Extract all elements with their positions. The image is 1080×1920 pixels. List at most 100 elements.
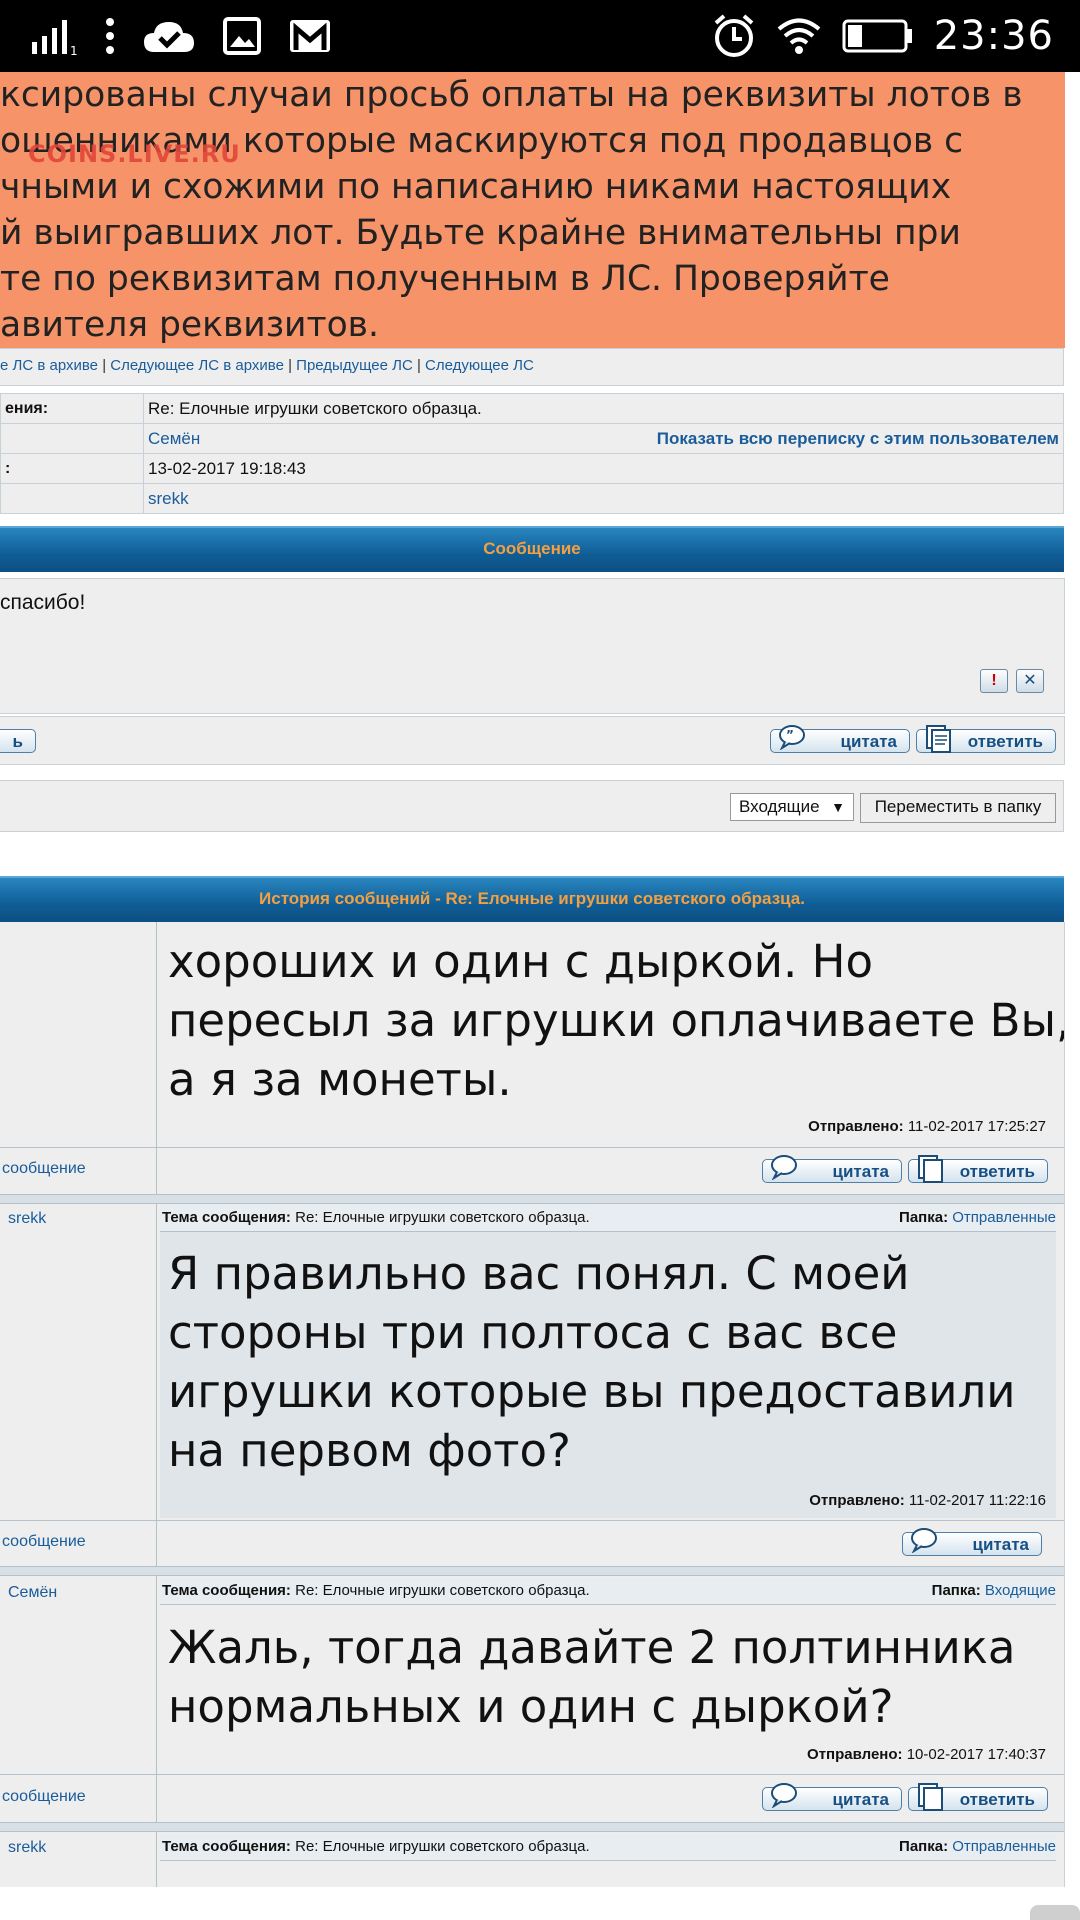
warning-line: те по реквизитам полученным в ЛС. Провер… xyxy=(0,259,890,299)
subject-label: Тема сообщения: xyxy=(162,1582,291,1599)
quote-icon xyxy=(771,1783,797,1808)
quote-icon xyxy=(911,1528,937,1553)
reply-icon xyxy=(918,1783,943,1811)
subject-label: Тема сообщения: xyxy=(162,1209,291,1226)
folder-controls: Входящие ▼ Переместить в папку xyxy=(0,780,1064,832)
message-text: спасибо! xyxy=(0,591,86,614)
history-sent-time: Отправлено: 11-02-2017 17:25:27 xyxy=(808,1118,1046,1135)
history-left-column xyxy=(0,922,157,1887)
scroll-handle[interactable] xyxy=(1030,1905,1080,1920)
history-message-text: Я правильно вас понял. С моей стороны тр… xyxy=(168,1247,1016,1477)
prev-pm-link[interactable]: Предыдущее ЛС xyxy=(296,357,413,374)
row-divider xyxy=(0,1520,1064,1521)
folder-select-value: Входящие xyxy=(739,797,820,816)
left-action-button[interactable]: ь xyxy=(0,729,36,753)
site-watermark: COINS.LIVE.RU xyxy=(28,140,241,168)
history-header: История сообщений - Re: Елочные игрушки … xyxy=(0,876,1064,922)
alarm-icon xyxy=(714,14,754,57)
pm-navigation: е ЛС в архиве | Следующее ЛС в архиве | … xyxy=(0,348,1064,386)
warning-text: ксированы случаи просьб оплаты на реквиз… xyxy=(0,72,1060,348)
history-user-link[interactable]: srekk xyxy=(8,1210,46,1228)
history-header-title: История сообщений - Re: Елочные игрушки … xyxy=(259,889,805,908)
folder-link[interactable]: Входящие xyxy=(985,1582,1056,1599)
history-sent-time: Отправлено: 10-02-2017 17:40:37 xyxy=(807,1746,1046,1763)
quote-label: цитата xyxy=(972,1535,1029,1554)
warning-line: й выигравших лот. Будьте крайне внимател… xyxy=(0,213,961,253)
gmail-icon xyxy=(290,20,330,52)
warning-line: авителя реквизитов. xyxy=(0,305,379,345)
date-value: 13-02-2017 19:18:43 xyxy=(143,453,1064,484)
history-reply-button[interactable]: ответить xyxy=(908,1783,1048,1811)
folder-label: Папка: xyxy=(931,1582,981,1599)
item-separator xyxy=(0,1566,1064,1576)
sent-label: Отправлено: xyxy=(808,1118,904,1135)
subject-value: Re: Елочные игрушки советского образца. xyxy=(295,1838,590,1855)
warning-line: чными и схожими по написанию никами наст… xyxy=(0,167,952,207)
history-subject-row: Тема сообщения: Re: Елочные игрушки сове… xyxy=(160,1834,1056,1861)
from-user-link[interactable]: Семён xyxy=(148,429,200,448)
to-label xyxy=(0,483,144,514)
folder-link[interactable]: Отправленные xyxy=(952,1209,1056,1226)
folder-select[interactable]: Входящие ▼ xyxy=(730,793,854,821)
battery-icon xyxy=(842,19,912,53)
history-message-text: хороших и один с дыркой. Но пересыл за и… xyxy=(168,935,1065,1106)
quote-label: цитата xyxy=(832,1162,889,1181)
message-info-table: ения: Re: Елочные игрушки советского обр… xyxy=(0,393,1064,514)
history-sent-time: Отправлено: 11-02-2017 11:22:16 xyxy=(809,1492,1046,1509)
status-bar: 1 23:36 xyxy=(0,0,1080,72)
reply-icon xyxy=(926,725,951,753)
history-message-link[interactable]: сообщение xyxy=(2,1160,86,1178)
quote-icon: ” xyxy=(779,725,805,750)
next-archive-link[interactable]: Следующее ЛС в архиве xyxy=(110,357,284,374)
report-button[interactable]: ! xyxy=(980,669,1008,693)
item-separator xyxy=(0,1194,1064,1204)
dropdown-arrow-icon: ▼ xyxy=(831,799,845,815)
show-all-correspondence-link[interactable]: Показать всю переписку с этим пользовате… xyxy=(657,429,1059,449)
row-divider xyxy=(0,1147,1064,1148)
signal-icon: 1 xyxy=(32,20,78,56)
message-history: хороших и один с дыркой. Но пересыл за и… xyxy=(0,922,1065,1887)
history-user-link[interactable]: srekk xyxy=(8,1839,46,1857)
move-to-folder-button[interactable]: Переместить в папку xyxy=(860,793,1056,823)
to-user-link[interactable]: srekk xyxy=(148,489,189,508)
subject-label: Тема сообщения: xyxy=(162,1838,291,1855)
quote-button[interactable]: ” цитата xyxy=(770,725,910,753)
sent-value: 11-02-2017 11:22:16 xyxy=(908,1492,1046,1509)
history-message-link[interactable]: сообщение xyxy=(2,1788,86,1806)
history-quote-button[interactable]: цитата xyxy=(902,1528,1042,1556)
svg-text:”: ” xyxy=(786,728,794,742)
reply-button-label: ответить xyxy=(967,732,1043,751)
item-separator xyxy=(0,1822,1064,1832)
folder-link[interactable]: Отправленные xyxy=(952,1838,1056,1855)
signal-sub-label: 1 xyxy=(70,44,78,56)
sent-value: 11-02-2017 17:25:27 xyxy=(907,1118,1046,1135)
sent-value: 10-02-2017 17:40:37 xyxy=(906,1746,1046,1763)
quote-label: цитата xyxy=(832,1790,889,1809)
history-reply-button[interactable]: ответить xyxy=(908,1155,1048,1183)
history-message-text: Жаль, тогда давайте 2 полтинника нормаль… xyxy=(168,1621,1016,1733)
sent-label: Отправлено: xyxy=(809,1492,905,1509)
sent-label: Отправлено: xyxy=(807,1746,903,1763)
subject-value: Re: Елочные игрушки советского образца. xyxy=(295,1582,590,1599)
next-pm-link[interactable]: Следующее ЛС xyxy=(425,357,534,374)
history-message-link[interactable]: сообщение xyxy=(2,1533,86,1551)
folder-label: Папка: xyxy=(899,1838,949,1855)
row-divider xyxy=(0,1774,1064,1775)
message-actions: ь ” цитата ответить xyxy=(0,716,1065,765)
history-user-link[interactable]: Семён xyxy=(8,1584,57,1602)
subject-label: ения: xyxy=(0,393,144,424)
warning-line: ксированы случаи просьб оплаты на реквиз… xyxy=(0,75,1023,115)
reply-label: ответить xyxy=(959,1790,1035,1809)
reply-icon xyxy=(918,1155,943,1183)
reply-label: ответить xyxy=(959,1162,1035,1181)
date-label: : xyxy=(0,453,144,484)
delete-button[interactable]: ✕ xyxy=(1016,669,1044,693)
history-quote-button[interactable]: цитата xyxy=(762,1155,902,1183)
prev-archive-link[interactable]: е ЛС в архиве xyxy=(0,357,98,374)
folder-label: Папка: xyxy=(899,1209,949,1226)
history-quote-button[interactable]: цитата xyxy=(762,1783,902,1811)
reply-button[interactable]: ответить xyxy=(916,725,1056,753)
more-icon[interactable] xyxy=(104,16,116,56)
quote-icon xyxy=(771,1155,797,1180)
wifi-icon xyxy=(777,18,821,54)
